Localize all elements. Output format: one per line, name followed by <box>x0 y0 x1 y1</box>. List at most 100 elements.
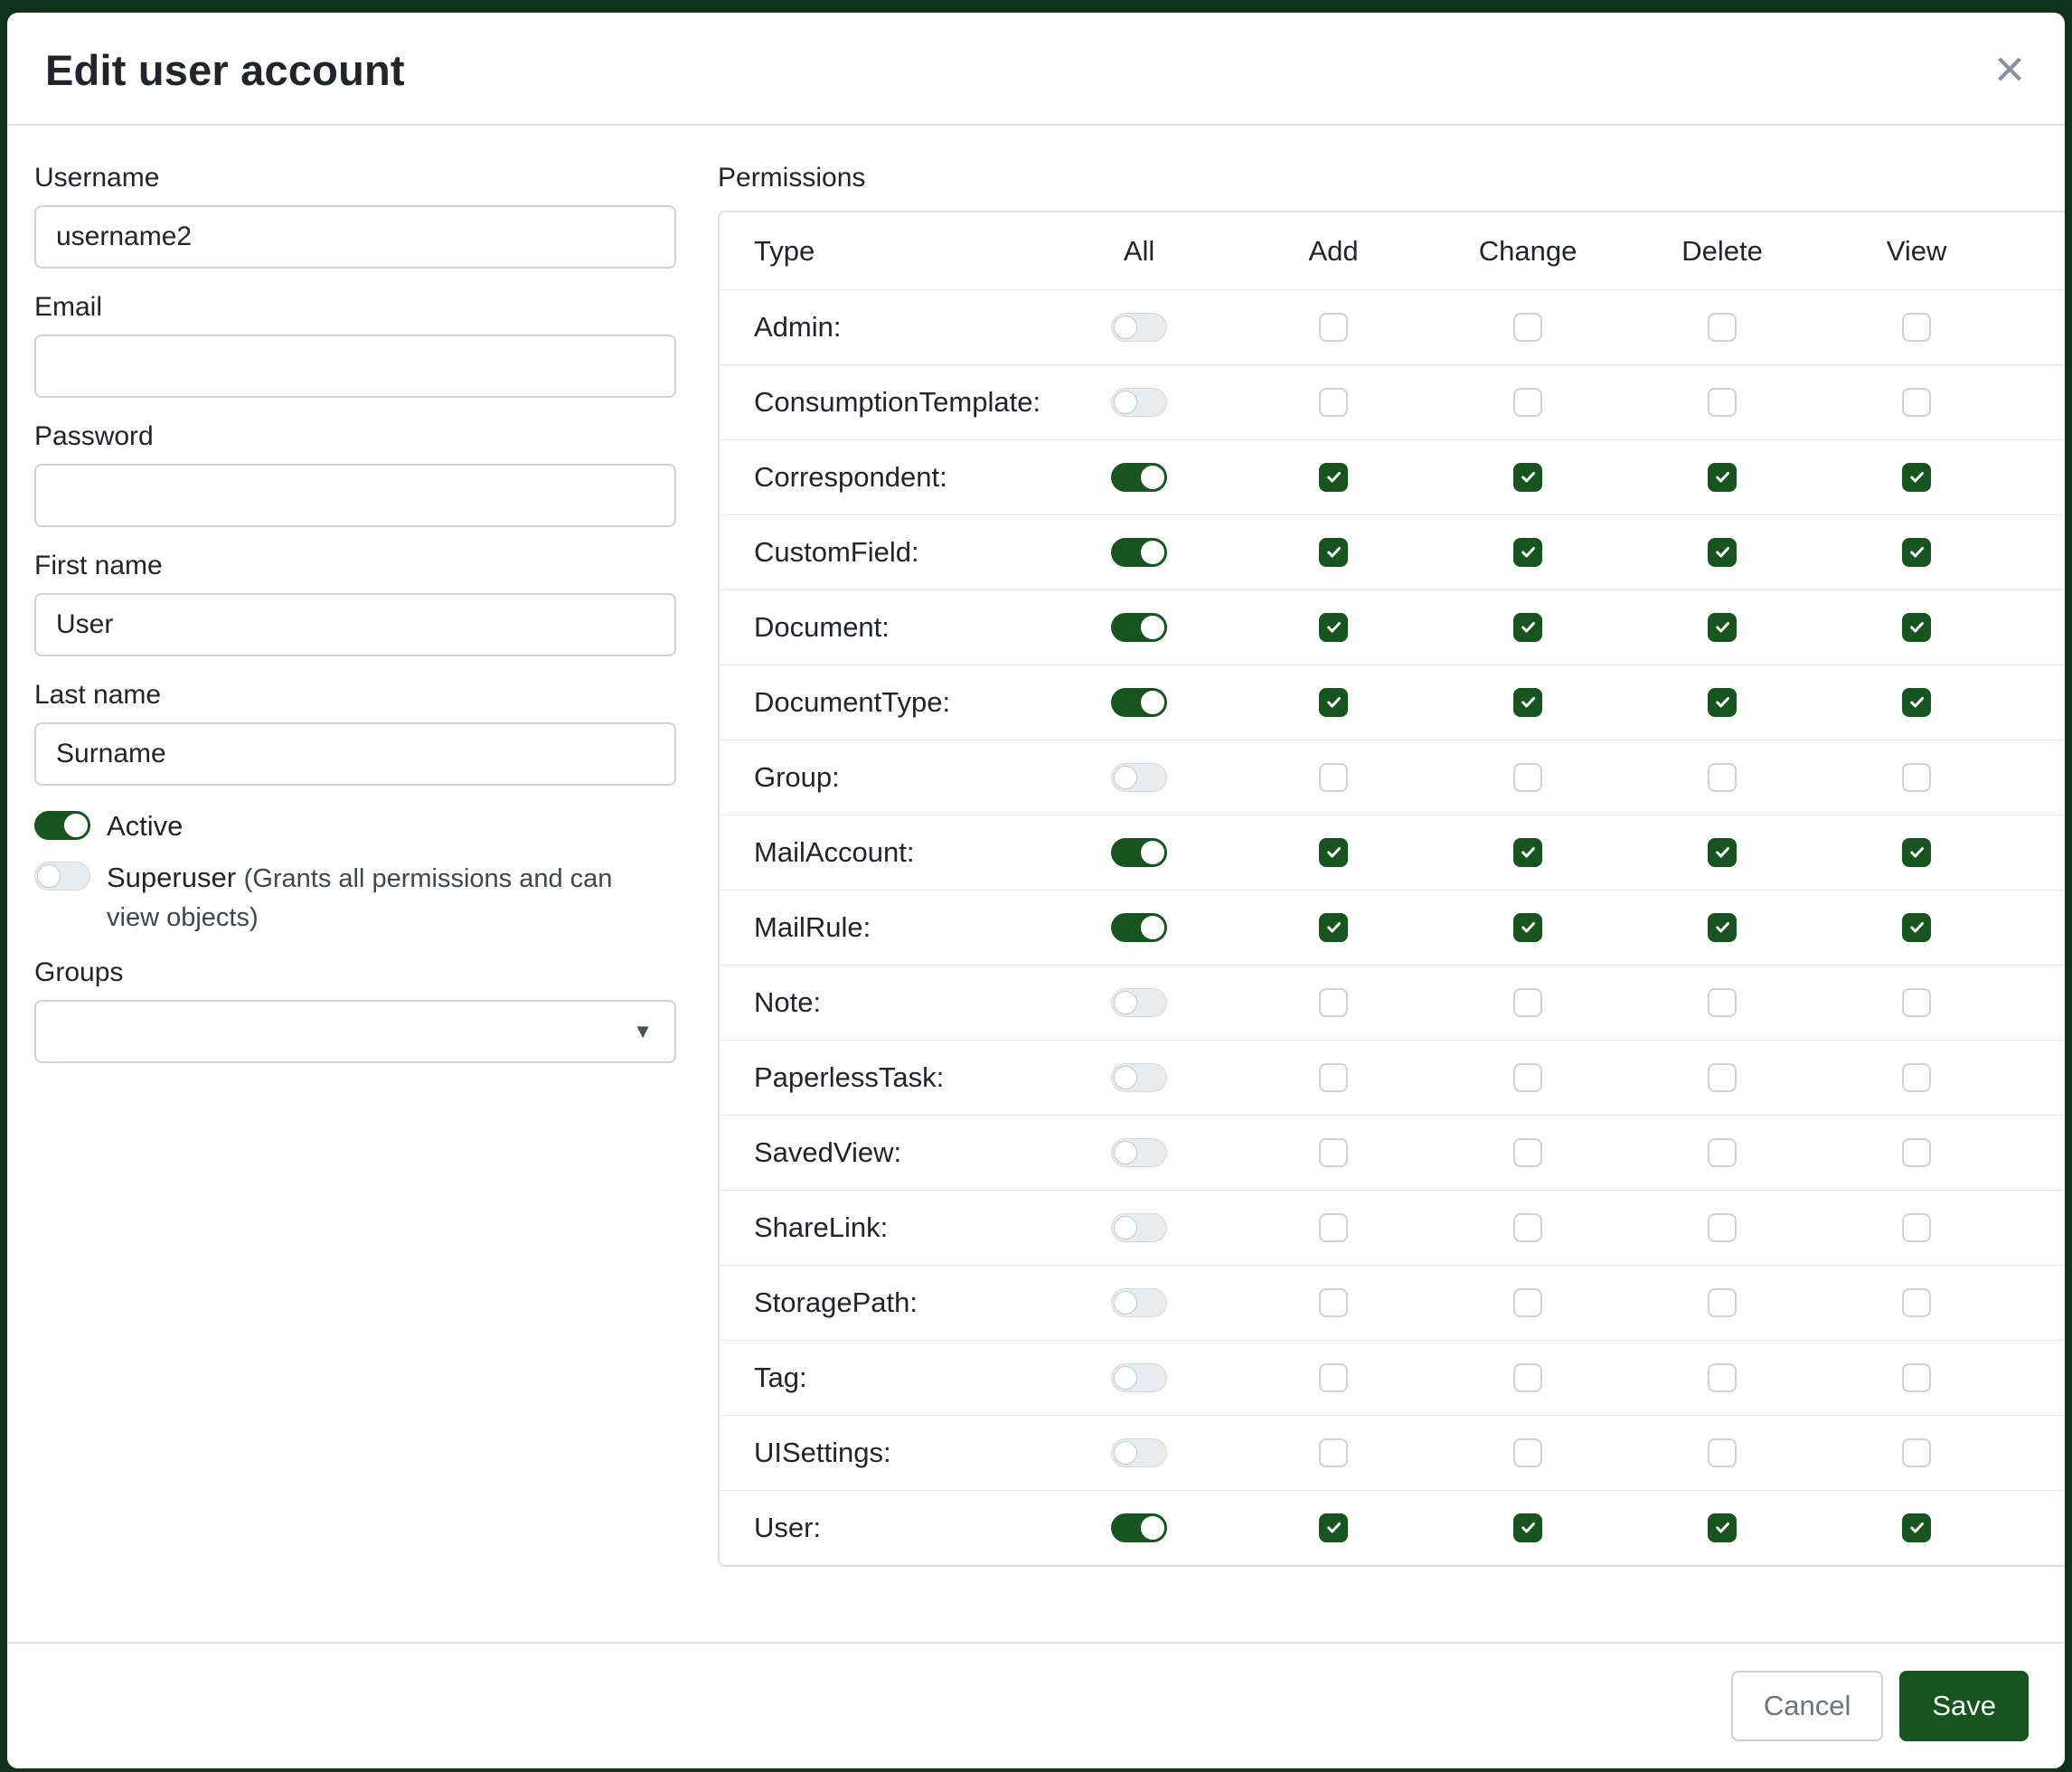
permission-change-checkbox[interactable] <box>1513 1138 1542 1167</box>
permission-add-checkbox[interactable] <box>1319 613 1348 642</box>
permission-type-label: PaperlessTask: <box>720 1061 1041 1094</box>
permission-all-toggle[interactable] <box>1111 388 1167 417</box>
permission-change-checkbox[interactable] <box>1513 1513 1542 1542</box>
permission-delete-checkbox[interactable] <box>1708 538 1737 567</box>
permission-all-toggle[interactable] <box>1111 538 1167 567</box>
permission-view-checkbox[interactable] <box>1902 1513 1931 1542</box>
close-icon[interactable]: × <box>1994 43 2025 96</box>
permission-delete-checkbox[interactable] <box>1708 913 1737 942</box>
permission-add-checkbox[interactable] <box>1319 1438 1348 1467</box>
superuser-toggle[interactable] <box>34 862 90 891</box>
permission-delete-checkbox[interactable] <box>1708 1213 1737 1242</box>
permission-view-checkbox[interactable] <box>1902 763 1931 792</box>
edit-user-modal: Edit user account × Username Email Passw… <box>7 13 2065 1768</box>
permission-change-checkbox[interactable] <box>1513 1438 1542 1467</box>
permission-view-checkbox[interactable] <box>1902 538 1931 567</box>
permission-add-checkbox[interactable] <box>1319 988 1348 1017</box>
password-input[interactable] <box>34 464 676 527</box>
permission-view-checkbox[interactable] <box>1902 1063 1931 1092</box>
permission-add-checkbox[interactable] <box>1319 838 1348 867</box>
permission-add-checkbox[interactable] <box>1319 538 1348 567</box>
permission-change-checkbox[interactable] <box>1513 463 1542 492</box>
permission-change-checkbox[interactable] <box>1513 688 1542 717</box>
permission-change-checkbox[interactable] <box>1513 1213 1542 1242</box>
permission-add-checkbox[interactable] <box>1319 688 1348 717</box>
permission-all-toggle[interactable] <box>1111 1438 1167 1467</box>
permission-view-checkbox[interactable] <box>1902 1288 1931 1317</box>
permission-all-toggle[interactable] <box>1111 1288 1167 1317</box>
permission-all-toggle[interactable] <box>1111 1513 1167 1542</box>
permission-change-checkbox[interactable] <box>1513 838 1542 867</box>
permission-change-checkbox[interactable] <box>1513 913 1542 942</box>
permission-delete-checkbox[interactable] <box>1708 1513 1737 1542</box>
permission-view-checkbox[interactable] <box>1902 913 1931 942</box>
last-name-input[interactable] <box>34 722 676 786</box>
permission-change-checkbox[interactable] <box>1513 763 1542 792</box>
permission-add-checkbox[interactable] <box>1319 1213 1348 1242</box>
permission-delete-checkbox[interactable] <box>1708 1363 1737 1392</box>
permission-all-toggle[interactable] <box>1111 1213 1167 1242</box>
permission-all-toggle[interactable] <box>1111 1063 1167 1092</box>
permission-delete-checkbox[interactable] <box>1708 1288 1737 1317</box>
permission-delete-checkbox[interactable] <box>1708 763 1737 792</box>
cancel-button[interactable]: Cancel <box>1731 1671 1884 1741</box>
permission-view-checkbox[interactable] <box>1902 1363 1931 1392</box>
permission-all-toggle[interactable] <box>1111 613 1167 642</box>
groups-select[interactable]: ▼ <box>34 1000 676 1063</box>
permission-all-toggle[interactable] <box>1111 763 1167 792</box>
permission-add-checkbox[interactable] <box>1319 313 1348 342</box>
permission-delete-checkbox[interactable] <box>1708 988 1737 1017</box>
permission-delete-checkbox[interactable] <box>1708 388 1737 417</box>
permission-view-checkbox[interactable] <box>1902 688 1931 717</box>
permission-add-checkbox[interactable] <box>1319 1513 1348 1542</box>
permission-delete-checkbox[interactable] <box>1708 1438 1737 1467</box>
permission-all-toggle[interactable] <box>1111 463 1167 492</box>
permission-all-toggle[interactable] <box>1111 1138 1167 1167</box>
permission-all-toggle[interactable] <box>1111 988 1167 1017</box>
save-button[interactable]: Save <box>1899 1671 2029 1741</box>
username-input[interactable] <box>34 205 676 269</box>
permission-add-checkbox[interactable] <box>1319 1288 1348 1317</box>
active-toggle[interactable] <box>34 811 90 840</box>
permission-view-checkbox[interactable] <box>1902 388 1931 417</box>
permission-view-checkbox[interactable] <box>1902 1438 1931 1467</box>
permission-delete-checkbox[interactable] <box>1708 313 1737 342</box>
permission-add-checkbox[interactable] <box>1319 913 1348 942</box>
permission-all-toggle[interactable] <box>1111 688 1167 717</box>
permission-delete-checkbox[interactable] <box>1708 1063 1737 1092</box>
permission-all-toggle[interactable] <box>1111 1363 1167 1392</box>
permission-add-checkbox[interactable] <box>1319 463 1348 492</box>
permission-change-checkbox[interactable] <box>1513 1288 1542 1317</box>
permission-delete-checkbox[interactable] <box>1708 838 1737 867</box>
permission-change-checkbox[interactable] <box>1513 388 1542 417</box>
permission-all-toggle[interactable] <box>1111 313 1167 342</box>
permission-view-checkbox[interactable] <box>1902 1138 1931 1167</box>
permission-add-checkbox[interactable] <box>1319 388 1348 417</box>
permission-change-checkbox[interactable] <box>1513 538 1542 567</box>
email-input[interactable] <box>34 335 676 398</box>
permission-add-checkbox[interactable] <box>1319 763 1348 792</box>
permission-view-checkbox[interactable] <box>1902 1213 1931 1242</box>
permission-view-checkbox[interactable] <box>1902 988 1931 1017</box>
permission-all-toggle[interactable] <box>1111 838 1167 867</box>
permission-view-checkbox[interactable] <box>1902 838 1931 867</box>
permission-delete-checkbox[interactable] <box>1708 613 1737 642</box>
permission-delete-checkbox[interactable] <box>1708 463 1737 492</box>
permission-change-checkbox[interactable] <box>1513 1363 1542 1392</box>
permission-change-checkbox[interactable] <box>1513 613 1542 642</box>
permission-view-checkbox[interactable] <box>1902 463 1931 492</box>
permission-delete-checkbox[interactable] <box>1708 1138 1737 1167</box>
first-name-input[interactable] <box>34 593 676 656</box>
permission-row: ConsumptionTemplate: <box>720 364 2065 439</box>
permission-change-checkbox[interactable] <box>1513 313 1542 342</box>
permission-change-checkbox[interactable] <box>1513 988 1542 1017</box>
permission-delete-checkbox[interactable] <box>1708 688 1737 717</box>
permission-add-checkbox[interactable] <box>1319 1138 1348 1167</box>
permission-view-checkbox[interactable] <box>1902 613 1931 642</box>
permission-add-checkbox[interactable] <box>1319 1363 1348 1392</box>
permission-add-checkbox[interactable] <box>1319 1063 1348 1092</box>
permission-view-checkbox[interactable] <box>1902 313 1931 342</box>
permission-type-label: UISettings: <box>720 1437 1041 1469</box>
permission-all-toggle[interactable] <box>1111 913 1167 942</box>
permission-change-checkbox[interactable] <box>1513 1063 1542 1092</box>
